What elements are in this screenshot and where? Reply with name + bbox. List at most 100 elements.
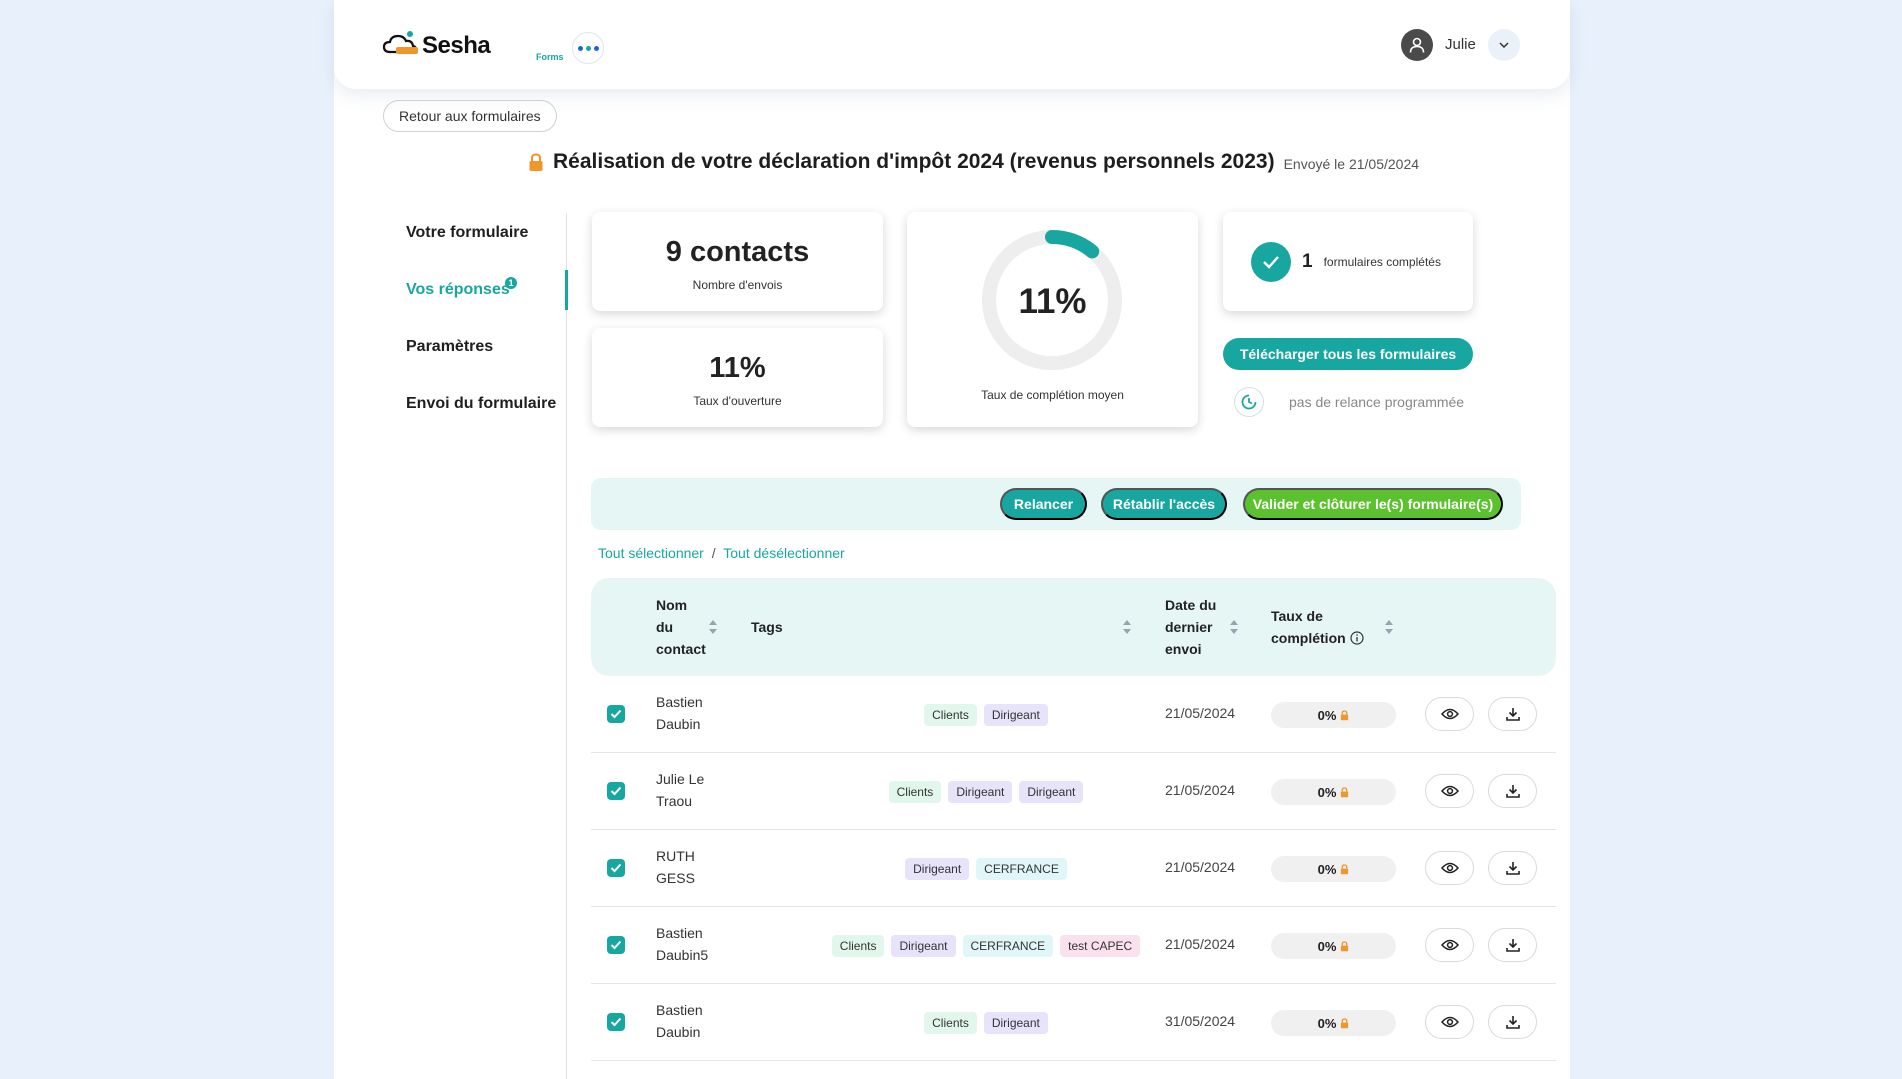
row-checkbox[interactable] [607, 859, 625, 877]
sort-icon[interactable] [1384, 619, 1394, 635]
table-header: Nom du contact Tags Date du dernier envo… [591, 578, 1556, 676]
completion-rate: 0% [1271, 1010, 1396, 1036]
user-name[interactable]: Julie [1445, 36, 1476, 53]
tag-badge: CERFRANCE [976, 858, 1067, 880]
completion-rate-value: 0% [1317, 1015, 1337, 1031]
cloud-logo-icon [382, 31, 418, 54]
completed-label: formulaires complétés [1323, 255, 1441, 269]
info-icon[interactable] [1350, 631, 1364, 645]
check-icon [1251, 242, 1291, 282]
download-button[interactable] [1488, 697, 1537, 731]
sort-icon[interactable] [1229, 619, 1239, 635]
completion-value: 11% [1018, 282, 1087, 321]
table-row[interactable]: Bastien Daubin Clients Dirigeant 31/05/20… [591, 984, 1556, 1061]
logo-wordmark: Sesha [422, 32, 491, 59]
contact-name: Bastien Daubin [656, 691, 736, 735]
tag-list: Dirigeant CERFRANCE [741, 858, 1231, 880]
relancer-button[interactable]: Relancer [1000, 488, 1087, 520]
last-sent-date: 21/05/2024 [1165, 705, 1236, 721]
download-icon [1505, 785, 1520, 798]
completed-count: 1 [1302, 251, 1313, 272]
nav-item-label: Vos réponses [406, 281, 510, 298]
check-icon [610, 940, 622, 950]
contact-name: Bastien Daubin [656, 999, 736, 1043]
column-header-tags[interactable]: Tags [751, 616, 783, 638]
nav-item-votre-formulaire[interactable]: Votre formulaire [406, 224, 528, 242]
last-sent-date: 31/05/2024 [1165, 1013, 1236, 1029]
eye-icon [1440, 708, 1459, 720]
tag-badge: Clients [888, 781, 942, 803]
download-icon [1505, 862, 1520, 875]
tag-list: Clients Dirigeant Dirigeant [741, 781, 1231, 803]
retablir-acces-button[interactable]: Rétablir l'accès [1101, 488, 1227, 520]
contact-name-line: Bastien [656, 694, 703, 710]
user-icon [1409, 37, 1425, 53]
header-line: dernier [1165, 619, 1213, 635]
column-header-date[interactable]: Date du dernier envoi [1165, 594, 1216, 660]
view-button[interactable] [1425, 851, 1474, 885]
user-avatar[interactable] [1401, 29, 1433, 61]
download-button[interactable] [1488, 851, 1537, 885]
lock-icon [1341, 1017, 1349, 1028]
tag-badge: Clients [924, 704, 977, 726]
eye-icon [1440, 1016, 1459, 1028]
table-row[interactable]: RUTH GESS Dirigeant CERFRANCE 21/05/2024 … [591, 830, 1556, 907]
check-icon [610, 709, 622, 719]
user-menu-toggle[interactable] [1488, 29, 1520, 61]
clock-icon[interactable] [1234, 387, 1264, 417]
tag-badge: CERFRANCE [962, 935, 1054, 957]
nav-item-envoi-du-formulaire[interactable]: Envoi du formulaire [406, 395, 556, 413]
column-header-rate[interactable]: Taux de complétion [1271, 605, 1364, 649]
eye-icon [1440, 862, 1459, 874]
select-all-link[interactable]: Tout sélectionner [598, 545, 704, 561]
row-checkbox[interactable] [607, 705, 625, 723]
column-header-name[interactable]: Nom du contact [656, 594, 706, 660]
selection-separator: / [711, 545, 716, 561]
download-button[interactable] [1488, 774, 1537, 808]
nav-item-vos-reponses[interactable]: Vos réponses 1 [406, 277, 517, 299]
table-row[interactable]: Bastien Daubin5 Clients Dirigeant CERFRANC… [591, 907, 1556, 984]
row-checkbox[interactable] [607, 1013, 625, 1031]
table-row[interactable]: Bastien Daubin Clients Dirigeant 21/05/20… [591, 676, 1556, 753]
contact-name-line: Daubin5 [656, 947, 709, 963]
completed-forms-row: 1 formulaires complétés [1251, 242, 1441, 282]
sesha-logo[interactable]: Sesha Forms [382, 26, 564, 66]
completion-rate: 0% [1271, 702, 1396, 728]
more-dots-icon[interactable] [572, 32, 604, 64]
contact-name: RUTH GESS [656, 845, 736, 889]
download-button[interactable] [1488, 928, 1537, 962]
sort-icon[interactable] [708, 619, 718, 635]
nav-item-parametres[interactable]: Paramètres [406, 338, 493, 356]
completion-label: Taux de complétion moyen [981, 388, 1124, 402]
check-icon [610, 786, 622, 796]
download-icon [1505, 939, 1520, 952]
last-sent-date: 21/05/2024 [1165, 859, 1236, 875]
nav-active-indicator [565, 270, 568, 310]
sort-icon[interactable] [1122, 619, 1132, 635]
view-button[interactable] [1425, 928, 1474, 962]
open-rate-value: 11% [709, 352, 766, 384]
tag-list: Clients Dirigeant [741, 704, 1231, 726]
table-row[interactable]: Julie Le Traou Clients Dirigeant Dirigeant… [591, 753, 1556, 830]
download-button[interactable] [1488, 1005, 1537, 1039]
nav-divider [566, 213, 567, 1079]
tag-badge: Dirigeant [1019, 781, 1084, 803]
view-button[interactable] [1425, 697, 1474, 731]
view-button[interactable] [1425, 774, 1474, 808]
completion-rate-value: 0% [1317, 784, 1337, 800]
contact-name-line: Daubin [656, 716, 701, 732]
download-icon [1505, 708, 1520, 721]
tag-badge: Dirigeant [983, 1012, 1048, 1034]
download-all-forms-button[interactable]: Télécharger tous les formulaires [1223, 338, 1473, 370]
header-line-text: complétion [1271, 630, 1346, 646]
last-sent-date: 21/05/2024 [1165, 782, 1236, 798]
valider-cloturer-button[interactable]: Valider et clôturer le(s) formulaire(s) [1243, 488, 1503, 520]
back-to-forms-button[interactable]: Retour aux formulaires [383, 100, 557, 132]
completion-card: 11% Taux de complétion moyen [907, 212, 1198, 427]
view-button[interactable] [1425, 1005, 1474, 1039]
row-checkbox[interactable] [607, 936, 625, 954]
tag-badge: Clients [831, 935, 885, 957]
row-checkbox[interactable] [607, 782, 625, 800]
contacts-label: Nombre d'envois [692, 278, 783, 292]
deselect-all-link[interactable]: Tout désélectionner [723, 545, 844, 561]
